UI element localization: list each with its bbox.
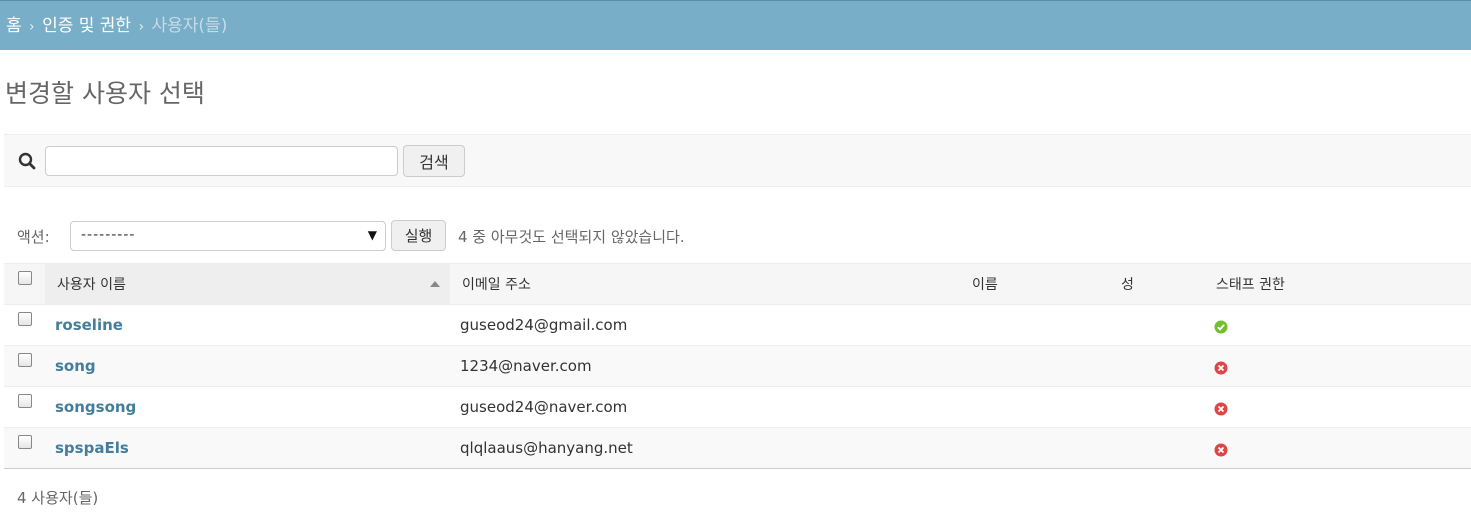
row-select-cell: [4, 345, 45, 387]
table-row: roseline guseod24@gmail.com: [4, 304, 1471, 346]
username-cell: spspaEls: [45, 427, 450, 469]
results-table: 사용자 이름 이메일 주소 이름 성 스태프 권한 roseline guseo…: [4, 263, 1471, 469]
table-header-row: 사용자 이름 이메일 주소 이름 성 스태프 권한: [4, 263, 1471, 305]
paginator: 4 사용자(들): [17, 489, 99, 507]
column-header-label: 스태프 권한: [1216, 277, 1285, 293]
row-select-cell: [4, 427, 45, 469]
breadcrumb-current: 사용자(들): [151, 16, 228, 36]
check-circle-icon: [1214, 320, 1228, 333]
first-name-cell: [959, 386, 1109, 428]
row-checkbox[interactable]: [18, 353, 32, 367]
username-link[interactable]: song: [55, 357, 96, 375]
last-name-cell: [1109, 345, 1204, 387]
search-icon: [18, 152, 36, 170]
staff-cell: [1204, 427, 1471, 469]
first-name-cell: [959, 304, 1109, 346]
email-cell: qlqlaaus@hanyang.net: [450, 427, 959, 469]
column-header-label: 이름: [972, 277, 998, 293]
staff-cell: [1204, 304, 1471, 346]
staff-cell: [1204, 345, 1471, 387]
action-counter: 4 중 아무것도 선택되지 않았습니다.: [458, 228, 685, 246]
breadcrumb: 홈 › 인증 및 권한 › 사용자(들): [0, 0, 1471, 50]
username-link[interactable]: roseline: [55, 316, 123, 334]
search-input[interactable]: [45, 146, 398, 176]
breadcrumb-separator: ›: [29, 19, 35, 35]
sort-ascending-icon[interactable]: [430, 281, 440, 287]
row-checkbox[interactable]: [18, 312, 32, 326]
dropdown-arrow-icon: ▼: [367, 228, 377, 242]
username-link[interactable]: spspaEls: [55, 439, 129, 457]
table-row: spspaEls qlqlaaus@hanyang.net: [4, 427, 1471, 469]
username-link[interactable]: songsong: [55, 398, 136, 416]
email-cell: guseod24@naver.com: [450, 386, 959, 428]
row-select-cell: [4, 386, 45, 428]
action-select[interactable]: --------- ▼: [70, 221, 386, 251]
email-cell: guseod24@gmail.com: [450, 304, 959, 346]
search-toolbar: 검색: [4, 134, 1471, 187]
breadcrumb-app-link[interactable]: 인증 및 권한: [42, 16, 131, 36]
row-checkbox[interactable]: [18, 435, 32, 449]
select-all-checkbox[interactable]: [18, 271, 32, 285]
column-header-label: 사용자 이름: [57, 277, 126, 293]
username-cell: songsong: [45, 386, 450, 428]
first-name-cell: [959, 345, 1109, 387]
column-header-email[interactable]: 이메일 주소: [450, 263, 959, 305]
first-name-cell: [959, 427, 1109, 469]
action-label: 액션:: [17, 228, 50, 246]
last-name-cell: [1109, 304, 1204, 346]
email-cell: 1234@naver.com: [450, 345, 959, 387]
username-cell: song: [45, 345, 450, 387]
column-header-username[interactable]: 사용자 이름: [45, 263, 450, 305]
search-button[interactable]: 검색: [403, 145, 465, 177]
action-select-value: ---------: [81, 227, 136, 243]
x-circle-icon: [1214, 443, 1228, 456]
staff-cell: [1204, 386, 1471, 428]
last-name-cell: [1109, 427, 1204, 469]
table-row: songsong guseod24@naver.com: [4, 386, 1471, 428]
row-checkbox[interactable]: [18, 394, 32, 408]
column-header-label: 이메일 주소: [462, 277, 531, 293]
x-circle-icon: [1214, 402, 1228, 415]
breadcrumb-home-link[interactable]: 홈: [6, 16, 22, 36]
column-header-label: 성: [1121, 277, 1134, 293]
breadcrumb-separator: ›: [138, 19, 145, 35]
last-name-cell: [1109, 386, 1204, 428]
column-header-last-name[interactable]: 성: [1109, 263, 1204, 305]
run-action-button[interactable]: 실행: [391, 220, 446, 251]
select-all-cell: [4, 263, 45, 305]
page-title: 변경할 사용자 선택: [5, 79, 205, 108]
x-circle-icon: [1214, 361, 1228, 374]
username-cell: roseline: [45, 304, 450, 346]
row-select-cell: [4, 304, 45, 346]
column-header-staff[interactable]: 스태프 권한: [1204, 263, 1471, 305]
column-header-first-name[interactable]: 이름: [959, 263, 1109, 305]
table-row: song 1234@naver.com: [4, 345, 1471, 387]
